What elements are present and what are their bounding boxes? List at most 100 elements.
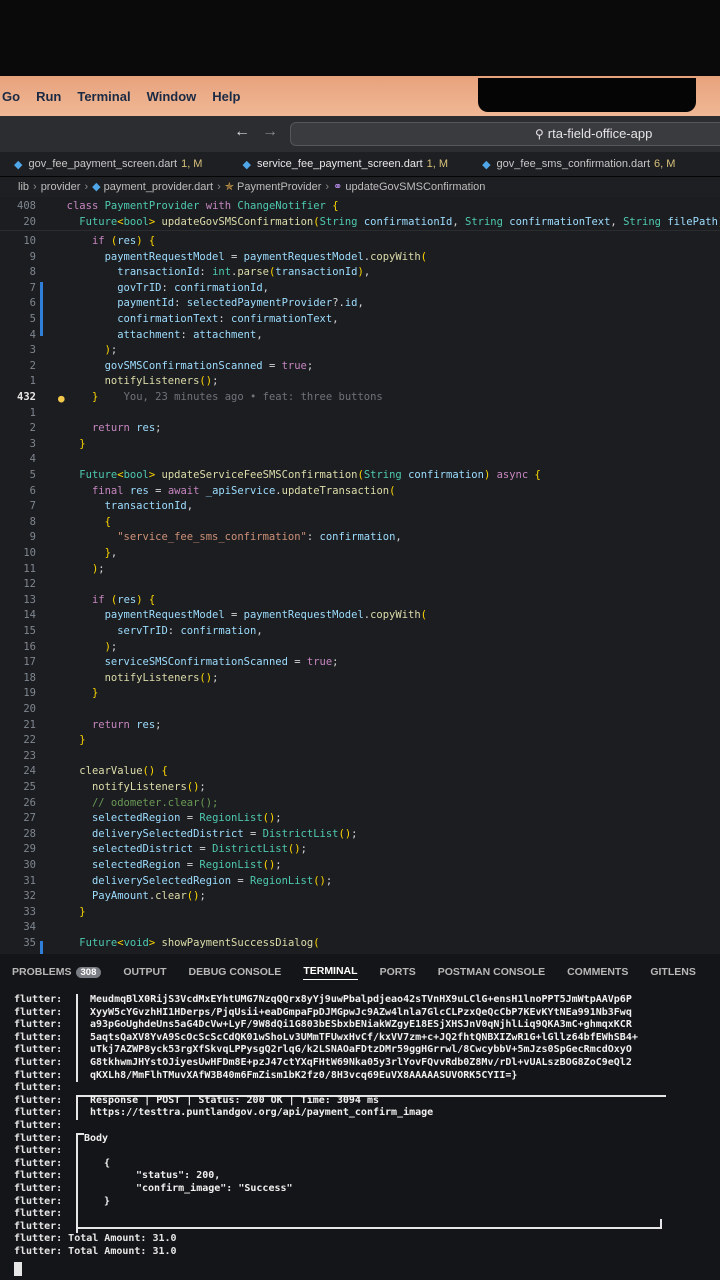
arrow-left-icon[interactable]: ←: [234, 123, 250, 141]
code-line[interactable]: 8 transactionId: int.parse(transactionId…: [0, 264, 720, 280]
breadcrumb-method[interactable]: updateGovSMSConfirmation: [345, 181, 485, 193]
code-text: selectedDistrict = DistrictList();: [91, 843, 307, 856]
line-number: 32: [23, 890, 36, 903]
code-line[interactable]: 2 govSMSConfirmationScanned = true;: [0, 358, 720, 374]
tab-comments[interactable]: COMMENTS: [567, 966, 628, 978]
breadcrumb-class[interactable]: PaymentProvider: [237, 181, 321, 193]
code-line[interactable]: 7 transactionId,: [0, 498, 720, 514]
menu-window[interactable]: Window: [147, 89, 197, 104]
code-line[interactable]: 8 {: [0, 514, 720, 530]
code-line[interactable]: 432 ● } You, 23 minutes ago • feat: three…: [0, 389, 720, 405]
code-text: if (res) {: [91, 235, 156, 247]
code-line[interactable]: 5 confirmationText: confirmationText,: [0, 311, 720, 327]
code-line[interactable]: 4: [0, 451, 720, 467]
code-line[interactable]: 24 clearValue() {: [0, 763, 720, 779]
line-number: 13: [23, 593, 36, 606]
code-editor[interactable]: 408 class PaymentProvider with ChangeNot…: [0, 197, 720, 954]
breadcrumb-provider[interactable]: provider: [41, 181, 81, 193]
terminal-prefix: flutter:: [14, 1183, 63, 1194]
tab-postman-console[interactable]: POSTMAN CONSOLE: [438, 966, 545, 978]
screen-bezel: [0, 0, 720, 78]
line-number: 28: [23, 827, 36, 840]
tab-gov-fee-sms-confirmation[interactable]: ◆ gov_fee_sms_confirmation.dart 6, M: [482, 158, 675, 171]
tab-ports[interactable]: PORTS: [380, 966, 416, 978]
code-line[interactable]: 29 selectedDistrict = DistrictList();: [0, 841, 720, 857]
breadcrumb-file[interactable]: payment_provider.dart: [104, 181, 213, 193]
sticky-line[interactable]: 408 class PaymentProvider with ChangeNot…: [0, 198, 720, 214]
code-line[interactable]: 21 return res;: [0, 717, 720, 733]
code-line[interactable]: 10 },: [0, 545, 720, 561]
code-text: paymentRequestModel = paymentRequestMode…: [104, 609, 427, 622]
code-text: }: [79, 437, 86, 450]
method-icon: ⚭: [333, 181, 346, 193]
code-line[interactable]: 6 final res = await _apiService.updateTr…: [0, 483, 720, 499]
code-line[interactable]: 15 servTrID: confirmation,: [0, 623, 720, 639]
code-text: class PaymentProvider with ChangeNotifie…: [66, 200, 339, 212]
code-line[interactable]: 16 );: [0, 639, 720, 655]
arrow-right-icon[interactable]: →: [262, 123, 278, 141]
menu-go[interactable]: Go: [2, 89, 20, 104]
tab-gitlens[interactable]: GITLENS: [650, 966, 696, 978]
code-line[interactable]: 6 paymentId: selectedPaymentProvider?.id…: [0, 295, 720, 311]
code-line[interactable]: 3 }: [0, 436, 720, 452]
tab-gov-fee-payment-screen[interactable]: ◆ gov_fee_payment_screen.dart 1, M: [14, 158, 202, 171]
line-number: 6: [29, 297, 36, 310]
code-line[interactable]: 11 );: [0, 561, 720, 577]
terminal-line: "confirm_image": "Success": [136, 1183, 293, 1194]
menu-terminal[interactable]: Terminal: [77, 89, 130, 104]
terminal-prefix: flutter:: [14, 1145, 63, 1157]
code-line[interactable]: 1 notifyListeners();: [0, 373, 720, 389]
code-line[interactable]: 1: [0, 405, 720, 421]
code-line[interactable]: 30 selectedRegion = RegionList();: [0, 857, 720, 873]
code-line[interactable]: 4 attachment: attachment,: [0, 327, 720, 343]
code-line[interactable]: 12: [0, 576, 720, 592]
terminal-total-line: flutter: Total Amount: 31.0: [14, 1233, 177, 1245]
code-line[interactable]: 14 paymentRequestModel = paymentRequestM…: [0, 607, 720, 623]
log-box-border: [76, 994, 78, 1083]
tab-debug-console[interactable]: DEBUG CONSOLE: [189, 966, 282, 978]
tab-output[interactable]: OUTPUT: [123, 966, 166, 978]
code-line[interactable]: 5 Future<bool> updateServiceFeeSMSConfir…: [0, 467, 720, 483]
sticky-scroll-header: 408 class PaymentProvider with ChangeNot…: [0, 197, 720, 231]
code-line[interactable]: 17 serviceSMSConfirmationScanned = true;: [0, 654, 720, 670]
code-line[interactable]: 33 }: [0, 904, 720, 920]
line-number: 2: [29, 359, 36, 372]
code-text: {: [104, 515, 111, 528]
sticky-line[interactable]: 20 Future<bool> updateGovSMSConfirmation…: [0, 214, 720, 230]
code-line[interactable]: 20: [0, 701, 720, 717]
terminal-prefix: flutter:: [14, 1107, 63, 1119]
tab-problems[interactable]: PROBLEMS 308: [12, 966, 102, 978]
code-text: Future<bool> updateGovSMSConfirmation(St…: [79, 216, 720, 228]
line-number: 17: [23, 656, 36, 669]
code-line[interactable]: 7 govTrID: confirmationId,: [0, 280, 720, 296]
code-line[interactable]: 22 }: [0, 732, 720, 748]
code-text: servTrID: confirmation,: [117, 625, 263, 637]
code-line[interactable]: 10 if (res) {: [0, 233, 720, 249]
code-line[interactable]: 32 PayAmount.clear();: [0, 888, 720, 904]
code-line[interactable]: 18 notifyListeners();: [0, 670, 720, 686]
command-center-search[interactable]: ⚲ rta-field-office-app: [290, 122, 720, 146]
menu-help[interactable]: Help: [212, 89, 240, 104]
code-line[interactable]: 34: [0, 919, 720, 935]
line-number: 7: [29, 500, 36, 513]
code-line[interactable]: 9 paymentRequestModel = paymentRequestMo…: [0, 249, 720, 265]
breadcrumb-lib[interactable]: lib: [18, 181, 29, 193]
code-line[interactable]: 27 selectedRegion = RegionList();: [0, 810, 720, 826]
code-line[interactable]: 25 notifyListeners();: [0, 779, 720, 795]
code-line[interactable]: 28 deliverySelectedDistrict = DistrictLi…: [0, 826, 720, 842]
line-number: 25: [23, 781, 36, 793]
code-line[interactable]: 2 return res;: [0, 420, 720, 436]
tab-service-fee-payment-screen[interactable]: ◆ service_fee_payment_screen.dart 1, M: [242, 158, 448, 171]
code-line[interactable]: 13 if (res) {: [0, 592, 720, 608]
code-line[interactable]: 3 );: [0, 342, 720, 358]
code-line[interactable]: 23: [0, 748, 720, 764]
code-line[interactable]: 19 }: [0, 685, 720, 701]
code-line[interactable]: 35 Future<void> showPaymentSuccessDialog…: [0, 935, 720, 951]
menu-run[interactable]: Run: [36, 89, 61, 104]
tab-terminal[interactable]: TERMINAL: [303, 965, 358, 980]
line-number: 34: [23, 921, 36, 934]
code-line[interactable]: 26 // odometer.clear();: [0, 795, 720, 811]
code-line[interactable]: 31 deliverySelectedRegion = RegionList()…: [0, 873, 720, 889]
code-line[interactable]: 9 "service_fee_sms_confirmation": confir…: [0, 529, 720, 545]
terminal-line: }: [104, 1195, 111, 1207]
